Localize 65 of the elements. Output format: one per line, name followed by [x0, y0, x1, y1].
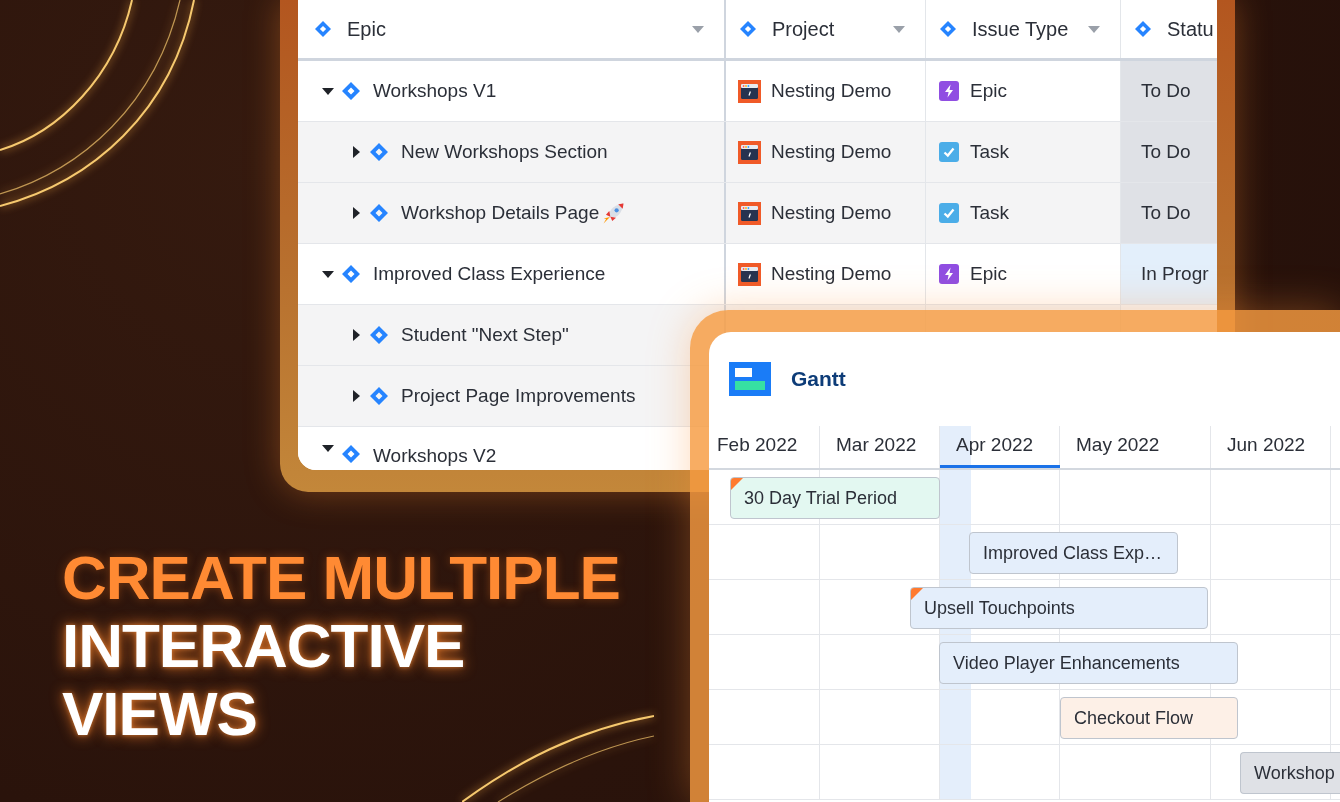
browser-window-icon	[738, 201, 761, 225]
gantt-bar[interactable]: Video Player Enhancements	[939, 642, 1238, 684]
diamond-icon	[342, 445, 360, 463]
caret-icon[interactable]	[352, 207, 360, 219]
caret-icon[interactable]	[322, 445, 334, 452]
gantt-bar[interactable]: Upsell Touchpoints	[910, 587, 1208, 629]
diamond-icon	[370, 387, 388, 405]
month-header: Jun 2022	[1226, 433, 1307, 457]
gantt-bar[interactable]: Checkout Flow	[1060, 697, 1238, 739]
gantt-title: Gantt	[791, 367, 846, 391]
issue-type-label: Task	[970, 141, 1010, 163]
status-cell[interactable]: To Do	[1121, 183, 1217, 243]
headline-line: VIEWS	[62, 680, 257, 748]
diamond-icon	[315, 21, 331, 37]
gantt-bar[interactable]: 30 Day Trial Period	[730, 477, 940, 519]
diamond-icon	[342, 82, 360, 100]
caret-icon[interactable]	[322, 270, 334, 278]
diamond-icon	[342, 265, 360, 283]
project-name: Nesting Demo	[771, 141, 892, 163]
column-header[interactable]: Project	[772, 17, 835, 41]
caret-icon[interactable]	[352, 390, 360, 402]
column-header[interactable]: Epic	[347, 17, 386, 41]
issue-type-label: Epic	[970, 263, 1007, 285]
lightning-icon	[939, 264, 959, 284]
epic-title[interactable]: New Workshops Section	[401, 141, 608, 163]
browser-window-icon	[738, 140, 761, 164]
checkmark-icon	[939, 203, 959, 223]
diamond-icon	[370, 326, 388, 344]
month-header: Mar 2022	[835, 433, 918, 457]
epic-title[interactable]: Student "Next Step"	[401, 324, 569, 346]
epic-title[interactable]: Workshops V1	[373, 80, 497, 102]
diamond-icon	[370, 143, 388, 161]
browser-window-icon	[738, 262, 761, 286]
lightning-icon	[939, 81, 959, 101]
checkmark-icon	[939, 142, 959, 162]
project-name: Nesting Demo	[771, 80, 892, 102]
diamond-icon	[740, 21, 756, 37]
status-cell[interactable]: In Progr	[1121, 244, 1217, 304]
project-name: Nesting Demo	[771, 263, 892, 285]
month-header: Apr 2022	[940, 426, 1060, 468]
issue-type-label: Epic	[970, 80, 1007, 102]
status-cell[interactable]: To Do	[1121, 122, 1217, 182]
project-name: Nesting Demo	[771, 202, 892, 224]
headline-line: CREATE MULTIPLE	[62, 544, 620, 612]
diamond-icon	[370, 204, 388, 222]
status-cell[interactable]: To Do	[1121, 61, 1217, 121]
caret-icon[interactable]	[322, 87, 334, 95]
headline-line: INTERACTIVE	[62, 612, 465, 680]
epic-title[interactable]: Project Page Improvements	[401, 385, 636, 407]
epic-title[interactable]: Improved Class Experience	[373, 263, 606, 285]
epic-title[interactable]: Workshops V2	[373, 445, 497, 467]
gantt-bar[interactable]: Workshop	[1240, 752, 1340, 794]
timeline-bars-icon	[729, 362, 771, 396]
caret-icon[interactable]	[352, 329, 360, 341]
issue-type-label: Task	[970, 202, 1010, 224]
caret-icon[interactable]	[352, 146, 360, 158]
gantt-bar[interactable]: Improved Class Exp…	[969, 532, 1178, 574]
column-header[interactable]: Issue Type	[972, 17, 1069, 41]
diamond-icon	[1135, 21, 1151, 37]
browser-window-icon	[738, 79, 761, 103]
month-header: May 2022	[1075, 433, 1161, 457]
epic-title[interactable]: Workshop Details Page	[401, 202, 600, 224]
column-header[interactable]: Statu	[1167, 17, 1214, 41]
diamond-icon	[940, 21, 956, 37]
month-header: Feb 2022	[716, 433, 799, 457]
